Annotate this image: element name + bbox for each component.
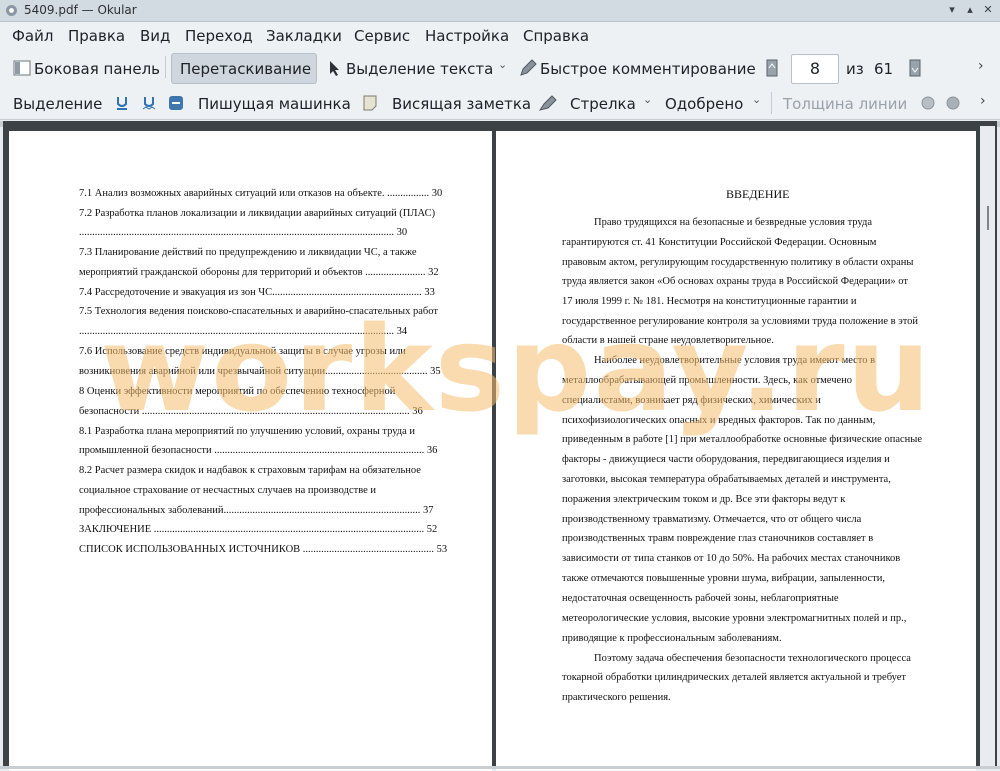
color-icon[interactable] <box>920 95 938 111</box>
toc-line: ........................................… <box>79 227 408 238</box>
toc-line: мероприятий гражданской обороны для терр… <box>79 267 439 278</box>
intro-line: психофизиологических опасных и вредных ф… <box>562 415 876 426</box>
intro-line: Наиболее неудовлетворительные условия тр… <box>594 355 876 366</box>
toc-line: 7.1 Анализ возможных аварийных ситуаций … <box>79 188 443 199</box>
toc-line: социальное страхование от несчастных слу… <box>79 485 377 496</box>
toolbar2-overflow-icon[interactable]: › <box>980 93 986 109</box>
intro-line: производственных травм повреждение глаз … <box>562 533 874 544</box>
intro-line: недостаточная освещенность рабочей зоны,… <box>562 593 839 604</box>
highlight-button[interactable]: Выделение <box>13 95 102 113</box>
intro-line: области в нашей стране неудовлетворитель… <box>562 335 774 346</box>
toc-line: 7.6 Использование средств индивидуальной… <box>79 346 406 357</box>
strikeout-icon[interactable] <box>168 95 184 111</box>
arrow-tool-icon <box>538 95 557 111</box>
cursor-icon <box>330 61 339 76</box>
sidebar-icon <box>13 60 31 76</box>
intro-line: приведенным в работе [1] при металлообра… <box>562 434 922 445</box>
underline-icon[interactable] <box>115 95 129 111</box>
close-icon[interactable]: ✕ <box>980 2 996 18</box>
page-of-label: из <box>846 60 864 78</box>
toc-line: профессиональных заболеваний............… <box>79 505 434 516</box>
intro-line: Право трудящихся на безопасные и безвред… <box>594 217 873 228</box>
intro-line: 17 июля 1999 г. № 181. Несмотря на конст… <box>562 296 857 307</box>
intro-line: зависимости от типа станков от 10 до 50%… <box>562 553 901 564</box>
toc-line: безопасности ...........................… <box>79 406 423 417</box>
toc-line: СПИСОК ИСПОЛЬЗОВАННЫХ ИСТОЧНИКОВ .......… <box>79 544 448 555</box>
toc-line: ........................................… <box>79 326 408 337</box>
document-viewer[interactable]: 7.1 Анализ возможных аварийных ситуаций … <box>3 121 997 771</box>
menu-edit[interactable]: Правка <box>68 27 125 45</box>
chevron-down-icon[interactable]: ⌄ <box>498 58 507 71</box>
menu-settings[interactable]: Настройка <box>425 27 509 45</box>
intro-line: также отмечаются повышенные уровни шума,… <box>562 573 885 584</box>
pen-icon <box>520 59 537 76</box>
intro-line: практического решения. <box>562 692 671 703</box>
toc-line: 7.4 Рассредоточение и эвакуация из зон Ч… <box>79 287 435 298</box>
page-left: 7.1 Анализ возможных аварийных ситуаций … <box>9 131 492 771</box>
intro-heading: ВВЕДЕНИЕ <box>726 187 790 201</box>
intro-line: токарной обработки цилиндрических детале… <box>562 672 907 683</box>
window-title: 5409.pdf — Okular <box>24 3 137 17</box>
opacity-icon[interactable] <box>945 95 963 111</box>
drag-mode-button[interactable]: Перетаскивание <box>180 60 311 78</box>
toc-line: 8 Оценки эффективности мероприятий по об… <box>79 386 396 397</box>
menu-help[interactable]: Справка <box>523 27 589 45</box>
intro-line: заготовки, высокая температура обрабатыв… <box>562 474 891 485</box>
intro-line: правовым актом, регулирующим государстве… <box>562 257 914 268</box>
intro-line: факторы - движущиеся части оборудования,… <box>562 454 890 465</box>
maximize-icon[interactable]: ▴ <box>962 2 978 18</box>
menu-go[interactable]: Переход <box>185 27 253 45</box>
text-select-button[interactable]: Выделение текста <box>346 60 493 78</box>
menu-bar: Файл Правка Вид Переход Закладки Сервис … <box>0 22 1000 50</box>
intro-line: гарантируются ст. 41 Конституции Российс… <box>562 237 877 248</box>
toc-line: 7.5 Технология ведения поисково-спасател… <box>79 306 438 317</box>
intro-line: труда является закон «Об основах охраны … <box>562 276 908 287</box>
intro-line: Поэтому задача обеспечения безопасности … <box>594 653 911 664</box>
page-number-input[interactable]: 8 <box>791 54 839 84</box>
intro-line: специалистами, возникает ряд физических,… <box>562 395 821 406</box>
intro-line: металлообрабатывающей промышленности. Зд… <box>562 375 853 386</box>
arrow-chevron-down-icon[interactable]: ⌄ <box>643 93 652 106</box>
line-width-button[interactable]: Толщина линии <box>783 95 907 113</box>
menu-tools[interactable]: Сервис <box>354 27 410 45</box>
typewriter-button[interactable]: Пишущая машинка <box>198 95 351 113</box>
toc-line: 8.2 Расчет размера скидок и надбавок к с… <box>79 465 421 476</box>
page-right: ВВЕДЕНИЕ Право трудящихся на безопасные … <box>496 131 976 771</box>
intro-line: приводящие к профессиональным заболевани… <box>562 633 782 644</box>
toolbar-separator <box>165 56 166 78</box>
vertical-scrollbar[interactable] <box>980 126 995 766</box>
previous-page-icon[interactable] <box>766 59 778 77</box>
toc-line: 8.1 Разработка плана мероприятий по улуч… <box>79 426 416 437</box>
quick-annotation-button[interactable]: Быстрое комментирование <box>540 60 756 78</box>
toolbar-overflow-icon[interactable]: › <box>978 58 984 74</box>
stamp-chevron-down-icon[interactable]: ⌄ <box>752 93 761 106</box>
page-total-label: 61 <box>874 60 894 78</box>
minimize-icon[interactable]: ▾ <box>944 2 960 18</box>
toc-line: промышленной безопасности ..............… <box>79 445 438 456</box>
arrow-button[interactable]: Стрелка <box>570 95 636 113</box>
menu-bookmarks[interactable]: Закладки <box>266 27 342 45</box>
scrollbar-thumb[interactable] <box>987 206 989 230</box>
next-page-icon[interactable] <box>909 59 921 77</box>
intro-line: производственному травматизму. Отмечаетс… <box>562 514 862 525</box>
sidebar-button[interactable]: Боковая панель <box>34 60 160 78</box>
intro-line: поражения электрическим током и др. Все … <box>562 494 846 505</box>
intro-line: государственное регулирование контроля з… <box>562 316 919 327</box>
note-icon <box>363 95 377 111</box>
toc-line: 7.2 Разработка планов локализации и ликв… <box>79 208 436 219</box>
toc-line: ЗАКЛЮЧЕНИЕ .............................… <box>79 524 438 535</box>
menu-file[interactable]: Файл <box>12 27 53 45</box>
popup-note-button[interactable]: Висящая заметка <box>392 95 531 113</box>
squiggly-icon[interactable] <box>142 95 156 111</box>
toc-line: возникновения аварийной или чрезвычайной… <box>79 366 441 377</box>
okular-app-icon <box>6 5 17 16</box>
toolbar-separator <box>771 92 772 114</box>
stamp-approved-button[interactable]: Одобрено <box>665 95 743 113</box>
title-bar: 5409.pdf — Okular ▾ ▴ ✕ <box>0 0 1000 22</box>
menu-view[interactable]: Вид <box>140 27 170 45</box>
intro-line: метеорологические условия, высокие уровн… <box>562 613 907 624</box>
toc-line: 7.3 Планирование действий по предупрежде… <box>79 247 417 258</box>
